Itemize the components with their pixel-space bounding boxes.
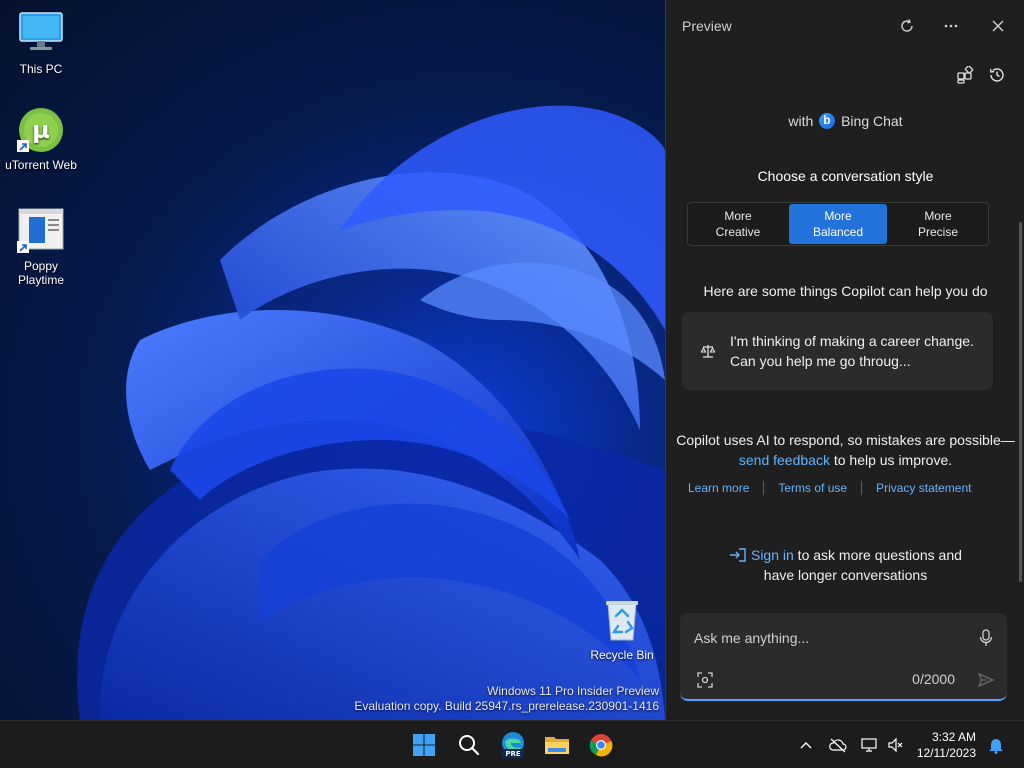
microphone-button[interactable] bbox=[975, 627, 997, 649]
suggestions-heading: Here are some things Copilot can help yo… bbox=[703, 283, 988, 299]
style-label: More bbox=[924, 209, 952, 223]
monitor-icon bbox=[17, 10, 65, 58]
taskbar-chrome[interactable] bbox=[585, 729, 617, 761]
sign-in-prompt: Sign in to ask more questions and have l… bbox=[666, 545, 1024, 585]
terms-of-use-link[interactable]: Terms of use bbox=[778, 481, 847, 495]
show-hidden-icons-button[interactable] bbox=[796, 735, 816, 755]
tray-cloud-offline[interactable] bbox=[828, 735, 848, 755]
edge-badge-text: PRE bbox=[505, 750, 521, 758]
start-button[interactable] bbox=[408, 729, 440, 761]
refresh-icon bbox=[901, 19, 913, 32]
bing-logo-icon bbox=[819, 113, 836, 129]
sign-in-link[interactable]: Sign in bbox=[751, 547, 794, 563]
scales-icon bbox=[700, 345, 716, 358]
bell-icon bbox=[989, 739, 1003, 754]
conversation-style-heading: Choose a conversation style bbox=[757, 168, 934, 184]
clock-time: 3:32 AM bbox=[931, 730, 976, 744]
learn-more-link[interactable]: Learn more bbox=[688, 481, 749, 495]
desktop-icon-label: Poppy Playtime bbox=[17, 259, 64, 287]
windows-logo-icon bbox=[413, 734, 435, 756]
sign-in-text: to ask more questions and bbox=[793, 547, 962, 563]
refresh-button[interactable] bbox=[893, 14, 921, 38]
copilot-pane: Preview with Bing Chat bbox=[665, 0, 1024, 720]
history-icon bbox=[989, 68, 1004, 82]
screenshot-button[interactable] bbox=[694, 669, 716, 691]
edge-icon: PRE bbox=[502, 732, 524, 758]
footer-links: Learn more Terms of use Privacy statemen… bbox=[688, 481, 988, 495]
desktop-icon-poppy-playtime[interactable]: Poppy Playtime bbox=[1, 207, 81, 287]
send-button[interactable] bbox=[975, 669, 997, 691]
recycle-bin-icon bbox=[598, 596, 646, 644]
desktop-icon-recycle-bin[interactable]: Recycle Bin bbox=[582, 596, 662, 662]
taskbar-file-explorer[interactable] bbox=[541, 729, 573, 761]
system-clock[interactable]: 3:32 AM 12/11/2023 bbox=[917, 729, 976, 761]
more-options-button[interactable] bbox=[937, 14, 965, 38]
volume-muted-icon bbox=[888, 737, 903, 753]
style-more-creative-button[interactable]: More Creative bbox=[689, 204, 787, 244]
sign-in-icon bbox=[730, 548, 746, 562]
conversation-style-picker: More Creative More Balanced More Precise bbox=[687, 202, 989, 246]
style-more-balanced-button[interactable]: More Balanced bbox=[789, 204, 887, 244]
chrome-icon bbox=[589, 734, 613, 757]
divider bbox=[861, 481, 863, 495]
evaluation-watermark: Windows 11 Pro Insider Preview Evaluatio… bbox=[354, 684, 659, 714]
desktop-icon-label: Recycle Bin bbox=[590, 648, 654, 662]
plugins-icon bbox=[957, 66, 974, 84]
with-prefix: with bbox=[788, 113, 814, 129]
utorrent-icon: µ bbox=[17, 106, 65, 154]
svg-text:µ: µ bbox=[32, 116, 50, 144]
chat-composer: 0/2000 bbox=[680, 613, 1007, 701]
network-icon bbox=[861, 738, 877, 752]
desktop-icon-label: This PC bbox=[19, 62, 63, 76]
desktop-icon-this-pc[interactable]: This PC bbox=[1, 10, 81, 76]
style-label: More bbox=[824, 209, 852, 223]
notifications-button[interactable] bbox=[986, 735, 1006, 755]
disclaimer-text: Copilot uses AI to respond, so mistakes … bbox=[676, 432, 1015, 448]
brand-name: Bing Chat bbox=[841, 113, 903, 129]
chevron-up-icon bbox=[800, 742, 812, 749]
folder-icon bbox=[545, 737, 569, 754]
cloud-offline-icon bbox=[829, 738, 847, 753]
style-label: Precise bbox=[917, 225, 958, 239]
taskbar-edge-preview[interactable]: PRE bbox=[497, 729, 529, 761]
more-icon bbox=[944, 24, 958, 28]
clock-date: 12/11/2023 bbox=[916, 746, 976, 760]
privacy-statement-link[interactable]: Privacy statement bbox=[876, 481, 971, 495]
ai-disclaimer: Copilot uses AI to respond, so mistakes … bbox=[666, 430, 1024, 470]
search-icon bbox=[459, 735, 480, 756]
tray-network[interactable] bbox=[860, 735, 880, 755]
sign-in-text: have longer conversations bbox=[763, 567, 928, 583]
suggestion-text: I'm thinking of making a career change. … bbox=[730, 333, 974, 369]
desktop: This PC µ uTorrent Web Poppy Playtime Re… bbox=[0, 0, 665, 720]
pane-scrollbar[interactable] bbox=[1019, 222, 1022, 582]
style-label: Balanced bbox=[812, 225, 864, 239]
watermark-line-2: Evaluation copy. Build 25947.rs_prerelea… bbox=[354, 699, 659, 713]
close-button[interactable] bbox=[984, 14, 1012, 38]
tray-volume-muted[interactable] bbox=[886, 735, 906, 755]
suggestion-card[interactable]: I'm thinking of making a career change. … bbox=[682, 312, 993, 390]
send-icon bbox=[978, 672, 994, 688]
ask-input[interactable] bbox=[694, 627, 964, 649]
brand-line: with Bing Chat bbox=[666, 113, 1024, 129]
send-feedback-link[interactable]: send feedback bbox=[739, 452, 830, 468]
style-label: More bbox=[724, 209, 752, 223]
character-count: 0/2000 bbox=[912, 671, 955, 687]
taskbar: PRE 3:32 AM 12/11/2023 bbox=[0, 720, 1024, 768]
style-label: Creative bbox=[715, 225, 761, 239]
plugins-button[interactable] bbox=[952, 62, 978, 88]
divider bbox=[763, 481, 765, 495]
desktop-icon-utorrent-web[interactable]: µ uTorrent Web bbox=[1, 106, 81, 172]
style-more-precise-button[interactable]: More Precise bbox=[889, 204, 987, 244]
desktop-icon-label: uTorrent Web bbox=[5, 158, 77, 172]
microphone-icon bbox=[979, 629, 993, 646]
game-shortcut-icon bbox=[17, 207, 65, 255]
disclaimer-text: to help us improve. bbox=[829, 452, 953, 468]
wallpaper-bloom bbox=[77, 105, 665, 720]
history-button[interactable] bbox=[984, 62, 1010, 88]
screenshot-icon bbox=[697, 672, 713, 688]
close-icon bbox=[992, 20, 1004, 32]
search-button[interactable] bbox=[453, 729, 485, 761]
watermark-line-1: Windows 11 Pro Insider Preview bbox=[487, 684, 659, 698]
pane-title: Preview bbox=[682, 18, 732, 34]
